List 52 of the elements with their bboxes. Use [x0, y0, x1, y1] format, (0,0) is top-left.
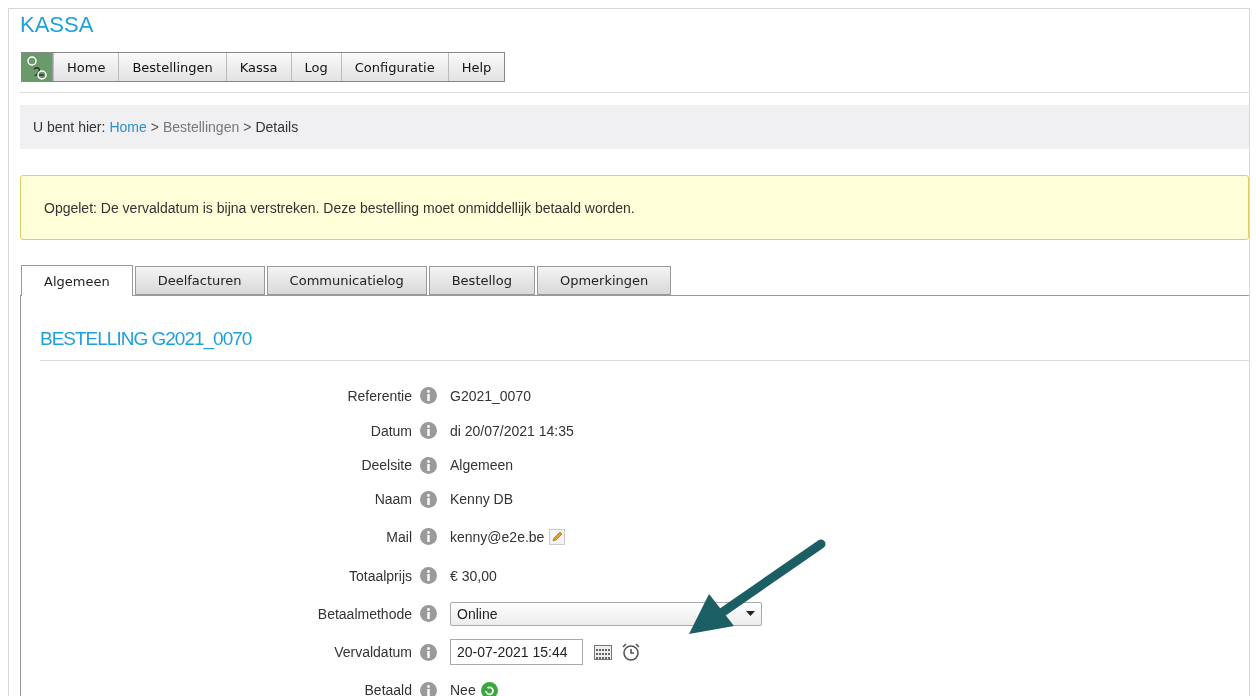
info-icon[interactable] — [420, 643, 437, 661]
breadcrumb-item: Bestellingen — [162, 119, 240, 135]
nav-button[interactable]: Kassa — [225, 53, 291, 81]
caret-icon — [746, 611, 755, 616]
field-label: Referentie — [346, 387, 413, 404]
tab[interactable]: Bestellog — [428, 266, 535, 295]
tab[interactable]: Communicatielog — [266, 266, 427, 295]
tab[interactable]: Algemeen — [21, 265, 133, 296]
info-icon[interactable] — [420, 422, 437, 439]
info-icon[interactable] — [420, 490, 437, 508]
breadcrumb-separator: > — [243, 119, 252, 135]
info-icon[interactable] — [420, 605, 437, 622]
alarm-clock-icon[interactable] — [621, 642, 641, 662]
field-value: G2021_0070 — [450, 387, 531, 404]
email-value: kenny@e2e.be — [450, 528, 545, 545]
info-icon[interactable] — [420, 456, 437, 474]
field-label: Totaalprijs — [347, 567, 413, 584]
payment-method-select[interactable]: Online — [450, 601, 762, 626]
field-label: Betaalmethode — [316, 605, 413, 622]
field-value: Kenny DB — [450, 491, 514, 507]
nav-button[interactable]: Configuratie — [340, 53, 448, 81]
field-value: di 20/07/2021 14:35 — [450, 422, 574, 439]
date-field[interactable]: 20-07-2021 15:44 — [450, 639, 583, 665]
field-label: Datum — [369, 422, 413, 439]
field-value: Algemeen — [450, 457, 514, 473]
tab[interactable]: Opmerkingen — [536, 266, 672, 295]
refresh-icon[interactable] — [480, 681, 498, 696]
info-icon[interactable] — [420, 528, 437, 545]
calendar-icon[interactable] — [594, 644, 612, 660]
nav-button[interactable]: Log — [290, 53, 341, 81]
field-value: € 30,00 — [450, 567, 497, 584]
nav-button[interactable]: Home — [53, 53, 119, 81]
pencil-icon[interactable] — [549, 528, 566, 545]
breadcrumb-separator: > — [150, 119, 159, 135]
nav-button[interactable]: Bestellingen — [118, 53, 226, 81]
info-icon[interactable] — [420, 387, 437, 404]
order-heading: BESTELLING G2021_0070 — [40, 328, 253, 352]
field-label: Mail — [385, 528, 413, 545]
paid-status: Nee — [450, 682, 476, 696]
info-icon[interactable] — [420, 567, 437, 584]
field-label: Vervaldatum — [333, 644, 413, 660]
breadcrumb-label: U bent hier: — [33, 119, 106, 135]
logo-icon[interactable] — [22, 53, 53, 81]
tab[interactable]: Deelfacturen — [134, 266, 265, 295]
nav-button[interactable]: Help — [447, 53, 505, 81]
breadcrumb-item: Details — [255, 119, 299, 135]
field-label: Naam — [373, 491, 413, 507]
field-label: Deelsite — [360, 457, 413, 473]
info-icon[interactable] — [420, 681, 437, 696]
field-label: Betaald — [363, 682, 413, 696]
warning-alert: Opgelet: De vervaldatum is bijna verstreken. Deze bestelling moet onmiddellijk betaald worden. — [20, 175, 1249, 240]
app-title: KASSA — [20, 11, 95, 39]
